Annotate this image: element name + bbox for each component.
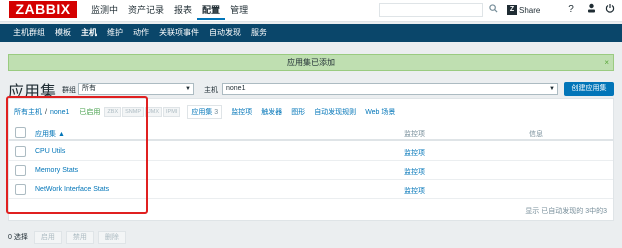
select-all-checkbox[interactable] <box>15 127 26 138</box>
availability-jmx: JMX <box>145 107 163 117</box>
success-message-text: 应用集已添加 <box>287 58 335 67</box>
application-name-link[interactable]: Memory Stats <box>35 167 78 174</box>
help-icon[interactable]: ? <box>564 3 578 17</box>
breadcrumb-separator: / <box>45 108 47 116</box>
close-icon[interactable]: × <box>604 55 609 70</box>
subnav-hosts[interactable]: 主机 <box>76 24 102 42</box>
share-label: Share <box>519 5 541 15</box>
items-link[interactable]: 监控项 <box>404 148 425 158</box>
availability-zbx: ZBX <box>104 107 122 117</box>
search-input[interactable] <box>379 3 483 17</box>
tab-web-scenarios[interactable]: Web 场景 <box>365 107 395 117</box>
breadcrumb: 所有主机 / none1 已启用 ZBX SNMP JMX IPMI 应用集 3… <box>14 105 395 119</box>
table-footer-note: 显示 已自动发现的 3中的3 <box>525 208 607 215</box>
tab-graphs[interactable]: 图形 <box>291 107 305 117</box>
delete-button[interactable]: 删除 <box>97 230 126 244</box>
group-select-value: 所有 <box>82 85 96 92</box>
status-badge: 已启用 <box>79 109 101 116</box>
table-row: NetWork Interface Stats 监控项 <box>9 181 613 199</box>
chevron-down-icon: ▼ <box>549 86 555 92</box>
availability-ipmi: IPMI <box>163 107 181 117</box>
tab-applications-label: 应用集 <box>191 109 213 116</box>
items-link[interactable]: 监控项 <box>404 167 425 177</box>
subnav-correlation[interactable]: 关联项事件 <box>154 24 204 42</box>
main-menu: 监测中 资产记录 报表 配置 管理 <box>86 0 253 20</box>
disable-button[interactable]: 禁用 <box>65 230 94 244</box>
zabbix-logo[interactable]: ZABBIX <box>9 1 77 18</box>
subnav-maintenance[interactable]: 维护 <box>102 24 128 42</box>
enable-button[interactable]: 启用 <box>33 230 62 244</box>
mass-action-bar: 0 选择 启用 禁用 删除 <box>8 230 130 244</box>
tab-discovery-rules[interactable]: 自动发现规则 <box>314 107 356 117</box>
application-name-link[interactable]: NetWork Interface Stats <box>35 186 109 193</box>
tab-applications[interactable]: 应用集 3 <box>187 105 223 119</box>
power-icon[interactable] <box>603 3 617 17</box>
group-select[interactable]: 所有 ▼ <box>78 83 194 95</box>
tab-triggers[interactable]: 触发器 <box>261 107 282 117</box>
subnav-templates[interactable]: 模板 <box>50 24 76 42</box>
column-header-items: 监控项 <box>404 131 425 138</box>
availability-snmp: SNMP <box>122 107 145 117</box>
tab-applications-count: 3 <box>214 109 219 116</box>
row-checkbox[interactable] <box>15 146 26 157</box>
application-name-link[interactable]: CPU Utils <box>35 148 65 155</box>
breadcrumb-host[interactable]: none1 <box>50 109 69 116</box>
share-button[interactable]: Z Share <box>507 4 540 16</box>
tab-items[interactable]: 监控项 <box>231 107 252 117</box>
success-message: 应用集已添加 × <box>8 54 614 71</box>
create-application-button[interactable]: 创建应用集 <box>564 82 614 96</box>
breadcrumb-all-hosts[interactable]: 所有主机 <box>14 107 42 117</box>
column-header-name[interactable]: 应用集 ▲ <box>35 129 65 139</box>
table-row: Memory Stats 监控项 <box>9 162 613 180</box>
host-select-value: none1 <box>226 85 246 92</box>
items-link[interactable]: 监控项 <box>404 186 425 196</box>
group-filter-label: 群组 <box>62 87 76 94</box>
chevron-down-icon: ▼ <box>185 86 191 92</box>
row-checkbox[interactable] <box>15 165 26 176</box>
host-select[interactable]: none1 ▼ <box>222 83 558 95</box>
user-icon[interactable] <box>584 3 598 17</box>
menu-monitoring[interactable]: 监测中 <box>86 0 123 20</box>
selected-count: 0 选择 <box>8 234 28 241</box>
table-header: 应用集 ▲ 监控项 信息 <box>9 125 613 141</box>
host-filter-label: 主机 <box>204 87 218 94</box>
menu-inventory[interactable]: 资产记录 <box>123 0 169 20</box>
subnav-actions[interactable]: 动作 <box>128 24 154 42</box>
table-row: CPU Utils 监控项 <box>9 143 613 161</box>
subnav-host-groups[interactable]: 主机群组 <box>8 24 50 42</box>
row-checkbox[interactable] <box>15 184 26 195</box>
applications-panel: 所有主机 / none1 已启用 ZBX SNMP JMX IPMI 应用集 3… <box>8 98 614 221</box>
zabbix-share-icon: Z <box>507 5 517 15</box>
sub-navigation: 主机群组 模板 主机 维护 动作 关联项事件 自动发现 服务 <box>0 24 622 42</box>
top-bar: ZABBIX 监测中 资产记录 报表 配置 管理 Z Share ? <box>0 0 622 22</box>
menu-reports[interactable]: 报表 <box>169 0 197 20</box>
search-icon[interactable] <box>483 3 503 17</box>
subnav-services[interactable]: 服务 <box>246 24 272 42</box>
subnav-discovery[interactable]: 自动发现 <box>204 24 246 42</box>
column-header-info: 信息 <box>529 131 543 138</box>
menu-configuration[interactable]: 配置 <box>197 0 226 20</box>
menu-administration[interactable]: 管理 <box>225 0 253 20</box>
